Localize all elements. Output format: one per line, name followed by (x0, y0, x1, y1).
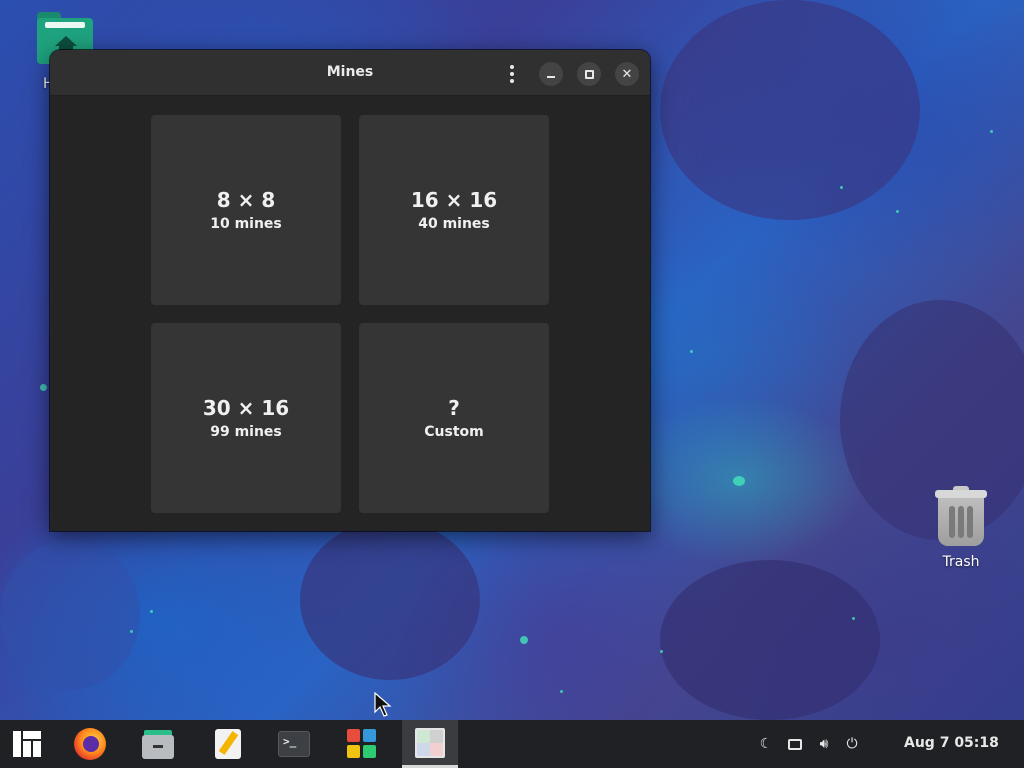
mouse-cursor-icon (374, 692, 392, 717)
wallpaper-sparkle (690, 350, 693, 353)
minimize-icon (547, 75, 555, 78)
volume-icon[interactable]: 🔊︎ (814, 734, 834, 754)
clock[interactable]: Aug 7 05:18 (904, 735, 999, 751)
wallpaper-sparkle (896, 210, 899, 213)
custom-label: Custom (424, 424, 484, 440)
mines-count-label: 99 mines (210, 424, 282, 440)
taskbar-firefox[interactable] (62, 720, 118, 768)
wallpaper-blob (300, 520, 480, 680)
night-mode-icon[interactable]: ☾ (756, 734, 776, 754)
application-menu-button[interactable] (0, 720, 56, 768)
size-30x16-button[interactable]: 30 × 16 99 mines (151, 323, 341, 513)
size-label: 16 × 16 (410, 188, 498, 212)
size-label: ? (448, 396, 460, 420)
taskbar: >_ ☾ 🔊︎ ⏻ Aug 7 05:18 (0, 720, 1024, 768)
window-titlebar[interactable]: Mines ✕ (50, 50, 650, 96)
main-menu-button[interactable] (500, 62, 524, 86)
wallpaper-sparkle (150, 610, 153, 613)
wallpaper-sparkle (840, 186, 843, 189)
maximize-button[interactable] (577, 62, 601, 86)
wallpaper-sparkle (990, 130, 993, 133)
manjaro-menu-icon (11, 727, 45, 761)
size-label: 30 × 16 (202, 396, 290, 420)
terminal-icon: >_ (277, 727, 311, 761)
taskbar-terminal[interactable]: >_ (266, 720, 322, 768)
size-16x16-button[interactable]: 16 × 16 40 mines (359, 115, 549, 305)
wallpaper-blob (660, 560, 880, 720)
board-size-chooser: 8 × 8 10 mines 16 × 16 40 mines 30 × 16 … (50, 96, 650, 531)
mines-icon (413, 726, 447, 760)
wallpaper-blob (660, 0, 920, 220)
wallpaper-sparkle (520, 636, 528, 644)
taskbar-mines[interactable] (402, 720, 458, 768)
maximize-icon (584, 69, 594, 79)
firefox-icon (73, 727, 107, 761)
minimize-button[interactable] (539, 62, 563, 86)
mines-count-label: 10 mines (210, 216, 282, 232)
wallpaper-sparkle (660, 650, 663, 653)
wallpaper-blob (0, 540, 140, 690)
wallpaper-sparkle (560, 690, 563, 693)
size-label: 8 × 8 (216, 188, 276, 212)
wallpaper-sparkle (130, 630, 133, 633)
mines-count-label: 40 mines (418, 216, 490, 232)
close-button[interactable]: ✕ (615, 62, 639, 86)
taskbar-software[interactable] (334, 720, 390, 768)
display-icon[interactable] (785, 734, 805, 754)
custom-size-button[interactable]: ? Custom (359, 323, 549, 513)
files-icon (141, 727, 175, 761)
taskbar-files[interactable] (130, 720, 186, 768)
taskbar-text-editor[interactable] (200, 720, 256, 768)
kebab-menu-icon (510, 65, 514, 83)
power-icon[interactable]: ⏻ (842, 734, 862, 754)
size-8x8-button[interactable]: 8 × 8 10 mines (151, 115, 341, 305)
text-editor-icon (211, 727, 245, 761)
software-icon (345, 727, 379, 761)
wallpaper-sparkle (40, 384, 47, 391)
trash-desktop-icon[interactable]: Trash (928, 486, 994, 570)
trash-icon (933, 486, 989, 546)
trash-label: Trash (942, 554, 980, 570)
mines-window: Mines ✕ 8 × 8 10 mines 16 × 16 40 mines … (50, 50, 650, 531)
wallpaper-sparkle (852, 617, 855, 620)
close-icon: ✕ (621, 66, 633, 82)
wallpaper-sparkle (733, 476, 745, 486)
